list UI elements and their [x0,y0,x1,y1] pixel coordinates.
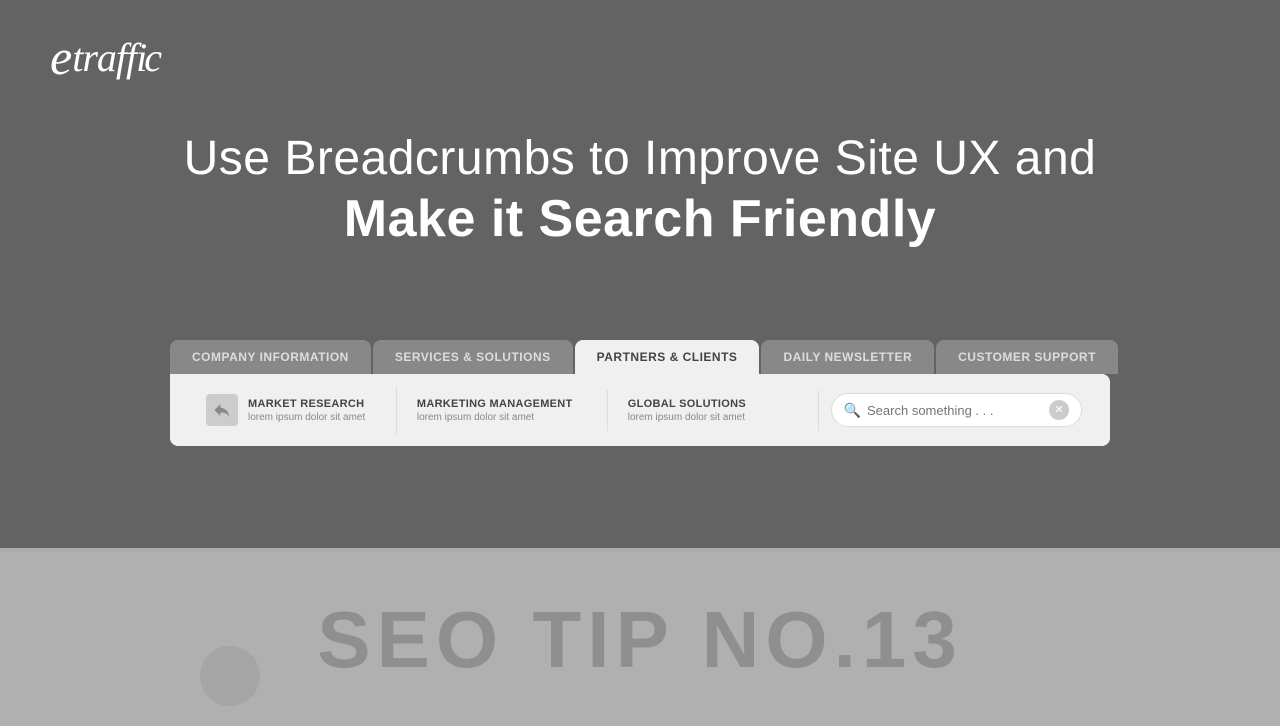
tab-customer-support[interactable]: CUSTOMER SUPPORT [936,340,1118,374]
search-box: 🔍 ✕ [831,393,1082,427]
nav-item-subtitle-market-research: lorem ipsum dolor sit amet [248,412,365,423]
headline-area: Use Breadcrumbs to Improve Site UX and M… [0,130,1280,250]
close-icon: ✕ [1054,405,1063,416]
nav-item-global-solutions[interactable]: GLOBAL SOLUTIONS lorem ipsum dolor sit a… [608,390,819,431]
search-area: 🔍 ✕ [819,393,1094,427]
search-clear-button[interactable]: ✕ [1049,400,1069,420]
tab-services-solutions[interactable]: SERVICES & SOLUTIONS [373,340,573,374]
enter-icon [212,400,232,420]
tab-daily-newsletter[interactable]: DAILY NEWSLETTER [761,340,934,374]
search-icon: 🔍 [844,402,861,419]
headline-line2: Make it Search Friendly [0,188,1280,250]
nav-item-title-global-solutions: GLOBAL SOLUTIONS [628,398,746,410]
tabs-row: COMPANY INFORMATION SERVICES & SOLUTIONS… [170,340,1110,374]
tab-company-information[interactable]: COMPANY INFORMATION [170,340,371,374]
bottom-section: SEO TIP NO.13 [0,554,1280,726]
nav-item-subtitle-marketing-management: lorem ipsum dolor sit amet [417,412,573,423]
nav-item-marketing-management[interactable]: MARKETING MANAGEMENT lorem ipsum dolor s… [397,390,608,431]
nav-item-title-marketing-management: MARKETING MANAGEMENT [417,398,573,410]
nav-item-market-research[interactable]: MARKET RESEARCH lorem ipsum dolor sit am… [186,386,397,434]
logo: etraffic [50,28,161,86]
tab-partners-clients[interactable]: PARTNERS & CLIENTS [575,340,760,374]
top-section: etraffic Use Breadcrumbs to Improve Site… [0,0,1280,548]
nav-item-subtitle-global-solutions: lorem ipsum dolor sit amet [628,412,746,423]
content-bar: MARKET RESEARCH lorem ipsum dolor sit am… [170,374,1110,446]
nav-item-title-market-research: MARKET RESEARCH [248,398,365,410]
nav-container: COMPANY INFORMATION SERVICES & SOLUTIONS… [170,340,1110,446]
logo-area: etraffic [50,28,161,86]
seo-tip-text: SEO TIP NO.13 [317,594,963,686]
headline-line1: Use Breadcrumbs to Improve Site UX and [0,130,1280,188]
circle-decoration [200,646,260,706]
search-input[interactable] [867,403,1043,418]
nav-item-icon-market-research [206,394,238,426]
